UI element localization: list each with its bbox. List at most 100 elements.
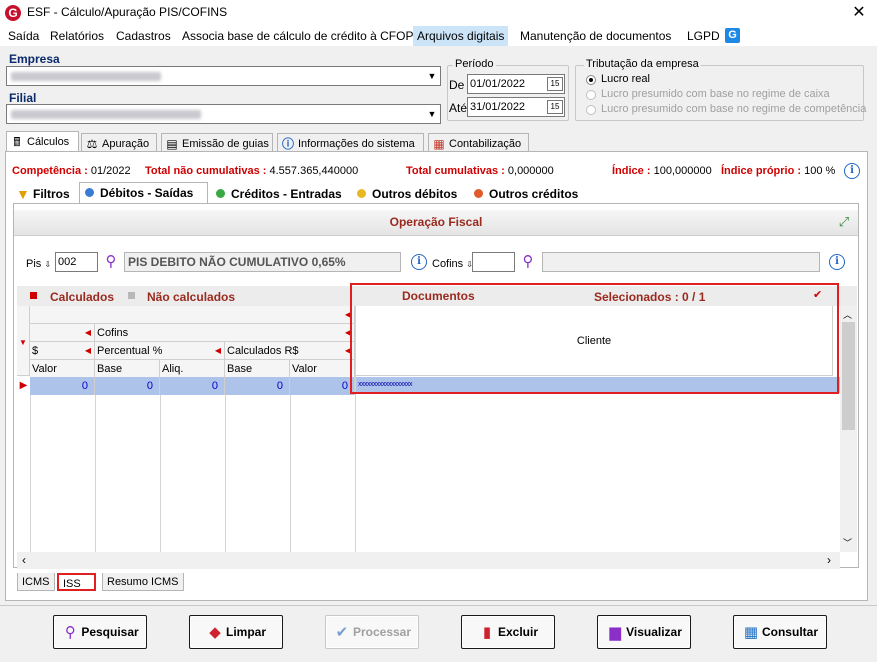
horizontal-scrollbar[interactable]: ‹ › [17, 552, 840, 569]
table-cell[interactable]: 0 [30, 377, 95, 395]
chevron-down-icon[interactable]: ▼ [424, 67, 440, 85]
grid-header-blank: ◀ [30, 324, 95, 342]
cofins-description [542, 252, 820, 272]
excluir-label: Excluir [497, 625, 539, 639]
filial-select[interactable]: ▼ [6, 104, 441, 124]
tab-contabilizacao-label: Contabilização [449, 138, 522, 150]
scroll-thumb[interactable] [842, 322, 855, 430]
document-icon: ▤ [166, 137, 178, 151]
info-icon[interactable]: i [844, 163, 860, 179]
excluir-button[interactable]: ▮ Excluir [461, 615, 555, 649]
limpar-button[interactable]: ◆ Limpar [189, 615, 283, 649]
info-icon[interactable]: i [829, 254, 845, 270]
empresa-select[interactable]: ▼ [6, 66, 441, 86]
processar-button[interactable]: ✔ Processar [325, 615, 419, 649]
tab-resumo-icms[interactable]: Resumo ICMS [102, 573, 184, 591]
menu-cadastros[interactable]: Cadastros [112, 26, 175, 46]
tab-iss[interactable]: ISS [57, 573, 96, 591]
tab-calculos[interactable]: 🖩 Cálculos [6, 131, 79, 153]
subtab-debitos-saidas[interactable]: Débitos - Saídas [79, 182, 208, 204]
indice-label: Índice : [612, 165, 651, 177]
vertical-scrollbar[interactable]: ︿ ﹀ [840, 306, 857, 552]
chevron-down-icon[interactable]: ﹀ [843, 536, 852, 549]
total-nao-cumulativas-label: Total não cumulativas : [145, 165, 267, 177]
expand-icon[interactable]: ⤢ [836, 214, 852, 230]
grid-col-aliq[interactable]: Aliq. [160, 360, 225, 378]
competencia-label: Competência : [12, 165, 88, 177]
pesquisar-button[interactable]: ⚲ Pesquisar [53, 615, 147, 649]
subtab-creditos-entradas[interactable]: Créditos - Entradas [211, 184, 347, 204]
table-cell[interactable]: 0 [225, 377, 290, 395]
periodo-title: Período [453, 58, 496, 70]
subtab-outros-creditos[interactable]: Outros créditos [469, 184, 585, 204]
indice-value: 100,000000 [653, 165, 712, 177]
grid-col-base[interactable]: Base [95, 360, 160, 378]
subtab-filtros[interactable]: ▼ Filtros [13, 184, 76, 204]
trash-icon: ▮ [482, 623, 492, 641]
calendar-icon[interactable]: 15 [547, 77, 563, 91]
printer-icon: ▆ [609, 623, 621, 641]
radio-presumido-caixa[interactable] [586, 90, 596, 100]
search-icon[interactable]: ⚲ [102, 253, 120, 271]
grid-col-valor[interactable]: Valor [290, 360, 355, 378]
consultar-button[interactable]: ▦ Consultar [733, 615, 827, 649]
grid-header-calculados-rs: Calculados R$ ◀ [225, 342, 355, 360]
subtab-outros-debitos[interactable]: Outros débitos [352, 184, 464, 204]
chevron-down-icon[interactable]: ▼ [424, 105, 440, 123]
indice-proprio-value: 100 % [804, 165, 836, 177]
close-button[interactable]: ✕ [848, 2, 870, 24]
operacao-fiscal-title: Operação Fiscal [14, 210, 858, 236]
tab-calculos-label: Cálculos [27, 136, 70, 148]
chevron-right-icon[interactable]: › [827, 553, 831, 567]
subtab-outros-creditos-label: Outros créditos [489, 187, 579, 201]
calendar-icon: ▦ [433, 137, 445, 151]
eraser-icon: ◆ [209, 623, 221, 641]
tab-apuracao[interactable]: ⚖ Apuração [81, 133, 157, 153]
menu-arquivos-digitais[interactable]: Arquivos digitais [413, 26, 509, 46]
menu-lgpd[interactable]: LGPD [683, 26, 724, 46]
pesquisar-label: Pesquisar [81, 625, 139, 639]
filial-label: Filial [9, 91, 37, 105]
grid-group-header-empty: ◀ [30, 306, 355, 324]
chevron-up-icon[interactable]: ︿ [843, 308, 852, 321]
footer-divider [0, 605, 877, 606]
radio-presumido-competencia[interactable] [586, 105, 596, 115]
chevron-left-icon[interactable]: ‹ [22, 553, 26, 567]
total-cumulativas-label: Total cumulativas : [406, 165, 505, 177]
tab-contabilizacao[interactable]: ▦ Contabilização [428, 133, 529, 153]
table-cell[interactable]: 0 [290, 377, 355, 395]
documentos-highlight-frame [350, 283, 839, 394]
calculados-legend: Calculados [50, 290, 115, 304]
grid-col-base[interactable]: Base [225, 360, 290, 378]
tab-emissao-guias[interactable]: ▤ Emissão de guias [161, 133, 273, 153]
grid-col-valor[interactable]: Valor [30, 360, 95, 378]
cofins-code-input[interactable] [472, 252, 515, 272]
tab-icms[interactable]: ICMS [17, 573, 55, 591]
collapse-arrow-icon[interactable]: ◀ [85, 342, 91, 360]
collapse-arrow-icon[interactable]: ◀ [85, 324, 91, 342]
menu-saida[interactable]: Saída [4, 26, 43, 46]
info-icon[interactable]: i [411, 254, 427, 270]
table-cell[interactable]: 0 [160, 377, 225, 395]
cofins-label: Cofins ⇩ [432, 258, 473, 270]
radio-lucro-real[interactable] [586, 75, 596, 85]
yellow-dot-icon [357, 189, 366, 198]
menu-associa-base[interactable]: Associa base de cálculo de crédito à CFO… [178, 26, 417, 46]
indice-proprio-info: Índice próprio : 100 % [721, 165, 835, 177]
table-cell[interactable]: 0 [95, 377, 160, 395]
menu-manutencao-documentos[interactable]: Manutenção de documentos [516, 26, 675, 46]
subtab-filtros-label: Filtros [33, 187, 70, 201]
lgpd-icon[interactable]: G [725, 28, 740, 43]
row-indicator-column: ▼ [17, 306, 30, 376]
calendar-icon[interactable]: 15 [547, 100, 563, 114]
collapse-arrow-icon[interactable]: ◀ [215, 342, 221, 360]
total-nao-cumulativas-value: 4.557.365,440000 [269, 165, 359, 177]
visualizar-label: Visualizar [626, 625, 682, 639]
tab-informacoes-sistema[interactable]: ⓘ Informações do sistema [277, 133, 424, 153]
pis-label-text: Pis [26, 258, 42, 270]
menu-relatorios[interactable]: Relatórios [46, 26, 108, 46]
visualizar-button[interactable]: ▆ Visualizar [597, 615, 691, 649]
grid-line [290, 395, 291, 552]
pis-code-input[interactable]: 002 [55, 252, 98, 272]
search-icon[interactable]: ⚲ [519, 253, 537, 271]
